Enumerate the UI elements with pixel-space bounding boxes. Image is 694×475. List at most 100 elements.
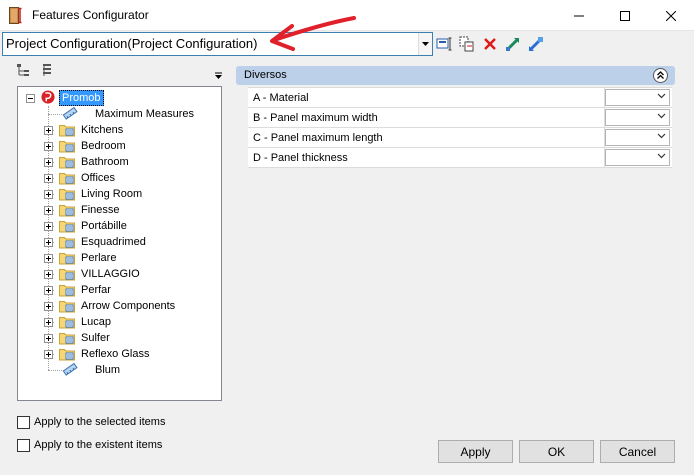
- expand-toggle[interactable]: [44, 350, 53, 359]
- expand-toggle[interactable]: [44, 238, 53, 247]
- cancel-button[interactable]: Cancel: [600, 440, 675, 463]
- export-icon[interactable]: [527, 35, 545, 53]
- tree-item[interactable]: Esquadrimed: [18, 234, 218, 250]
- tree-branch-line: [48, 114, 62, 115]
- ok-button[interactable]: OK: [519, 440, 594, 463]
- tree-item[interactable]: Portábille: [18, 218, 218, 234]
- property-label: A - Material: [253, 92, 309, 104]
- ruler-icon: [62, 107, 78, 120]
- group-header[interactable]: Diversos: [236, 66, 675, 85]
- list-view-mode-icon[interactable]: [42, 63, 52, 77]
- tree-item[interactable]: Blum: [18, 362, 218, 378]
- tree-item-label: Esquadrimed: [81, 236, 146, 248]
- folder-icon: [59, 221, 75, 233]
- expand-toggle[interactable]: [44, 286, 53, 295]
- property-grid-divider: [604, 87, 605, 167]
- tree-item-label: Sulfer: [81, 332, 110, 344]
- folder-icon: [59, 205, 75, 217]
- tree-item[interactable]: Kitchens: [18, 122, 218, 138]
- folder-icon: [59, 349, 75, 361]
- tree-branch-line: [48, 370, 62, 371]
- folder-icon: [59, 301, 75, 313]
- property-value-select[interactable]: [605, 89, 670, 106]
- tree-item-label: Portábille: [81, 220, 127, 232]
- property-value-select[interactable]: [605, 129, 670, 146]
- minimize-icon: [574, 15, 584, 16]
- collapse-toggle[interactable]: [26, 94, 35, 103]
- property-row: B - Panel maximum width: [248, 107, 672, 127]
- folder-icon: [59, 125, 75, 137]
- tree-item[interactable]: Maximum Measures: [18, 106, 218, 122]
- expand-toggle[interactable]: [44, 334, 53, 343]
- tree-item[interactable]: Sulfer: [18, 330, 218, 346]
- delete-icon[interactable]: [481, 35, 499, 53]
- expand-toggle[interactable]: [44, 206, 53, 215]
- property-label: C - Panel maximum length: [253, 132, 383, 144]
- close-icon: [666, 10, 676, 21]
- apply-button[interactable]: Apply: [438, 440, 513, 463]
- expand-toggle[interactable]: [44, 174, 53, 183]
- tree-item-label: Perlare: [81, 252, 117, 264]
- property-row: D - Panel thickness: [248, 147, 672, 167]
- tree-item-label: Perfar: [81, 284, 111, 296]
- apply-selected-option[interactable]: Apply to the selected items: [17, 414, 165, 430]
- apply-existent-option[interactable]: Apply to the existent items: [17, 437, 162, 453]
- tree-view-mode-icon[interactable]: [16, 63, 30, 77]
- promob-logo-icon: [41, 90, 55, 104]
- tree-item[interactable]: Perlare: [18, 250, 218, 266]
- property-grid: A - Material B - Panel maximum width C - P…: [248, 87, 672, 168]
- expand-toggle[interactable]: [44, 190, 53, 199]
- tree-item[interactable]: VILLAGGIO: [18, 266, 218, 282]
- expand-toggle[interactable]: [44, 270, 53, 279]
- chevron-down-icon: [657, 93, 666, 99]
- tree-view[interactable]: Promob Maximum Measures Kitchens Bedroom Bat…: [17, 86, 222, 401]
- property-value-select[interactable]: [605, 149, 670, 166]
- tree-item[interactable]: Bathroom: [18, 154, 218, 170]
- tree-item[interactable]: Arrow Components: [18, 298, 218, 314]
- folder-icon: [59, 253, 75, 265]
- minimize-button[interactable]: [556, 0, 602, 31]
- folder-icon: [59, 269, 75, 281]
- tree-item[interactable]: Perfar: [18, 282, 218, 298]
- maximize-button[interactable]: [602, 0, 648, 31]
- copy-config-icon[interactable]: [458, 35, 476, 53]
- configuration-select-value: Project Configuration(Project Configurat…: [6, 36, 258, 51]
- chevron-down-icon: [657, 153, 666, 159]
- tree-item[interactable]: Reflexo Glass: [18, 346, 218, 362]
- tree-item-label: Blum: [95, 364, 121, 376]
- close-button[interactable]: [648, 0, 694, 31]
- expand-toggle[interactable]: [44, 158, 53, 167]
- configuration-select-dropdown[interactable]: [418, 33, 432, 55]
- ruler-icon: [62, 363, 78, 376]
- tree-item-label: VILLAGGIO: [81, 268, 140, 280]
- tree-item-label: Living Room: [81, 188, 143, 200]
- tree-item[interactable]: Bedroom: [18, 138, 218, 154]
- collapse-group-button[interactable]: [653, 68, 668, 83]
- apply-selected-checkbox[interactable]: [17, 415, 30, 429]
- tree-root-node[interactable]: Promob: [18, 90, 218, 106]
- property-label: B - Panel maximum width: [253, 112, 378, 124]
- expand-toggle[interactable]: [44, 126, 53, 135]
- expand-toggle[interactable]: [44, 222, 53, 231]
- tree-item[interactable]: Offices: [18, 170, 218, 186]
- tree-item[interactable]: Finesse: [18, 202, 218, 218]
- expand-toggle[interactable]: [44, 318, 53, 327]
- tree-item-label: Reflexo Glass: [81, 348, 150, 360]
- expand-toggle[interactable]: [44, 142, 53, 151]
- folder-icon: [59, 317, 75, 329]
- tree-item-label: Bedroom: [81, 140, 126, 152]
- tree-item[interactable]: Living Room: [18, 186, 218, 202]
- property-value-select[interactable]: [605, 109, 670, 126]
- panel-menu-icon[interactable]: [214, 72, 223, 81]
- folder-icon: [59, 157, 75, 169]
- expand-toggle[interactable]: [44, 302, 53, 311]
- apply-existent-checkbox[interactable]: [17, 438, 30, 452]
- folder-icon: [59, 237, 75, 249]
- open-config-icon[interactable]: [436, 35, 454, 53]
- tree-item[interactable]: Lucap: [18, 314, 218, 330]
- configuration-select[interactable]: Project Configuration(Project Configurat…: [2, 32, 433, 56]
- tree-item-label: Finesse: [81, 204, 120, 216]
- property-row: A - Material: [248, 87, 672, 107]
- import-icon[interactable]: [504, 35, 522, 53]
- expand-toggle[interactable]: [44, 254, 53, 263]
